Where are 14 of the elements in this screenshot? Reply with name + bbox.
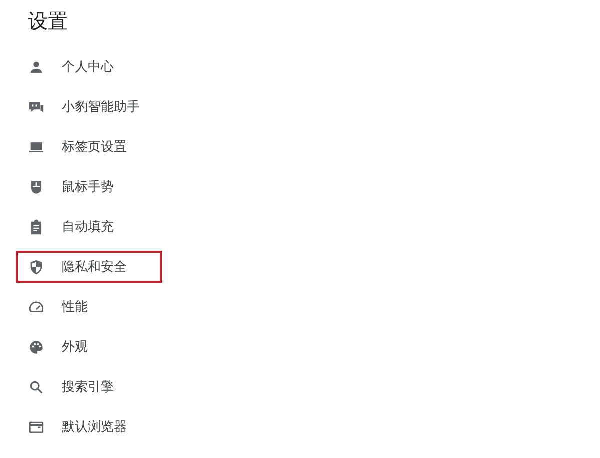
menu-item[interactable]: 标签页设置 bbox=[16, 131, 162, 163]
search-icon bbox=[28, 378, 45, 396]
menu-item[interactable]: 默认浏览器 bbox=[16, 411, 162, 443]
menu-item[interactable]: 隐私和安全 bbox=[16, 251, 162, 283]
palette-icon bbox=[28, 338, 45, 356]
menu-item[interactable]: 自动填充 bbox=[16, 211, 162, 243]
menu-item[interactable]: 个人中心 bbox=[16, 51, 162, 83]
menu-item[interactable]: 搜索引擎 bbox=[16, 371, 162, 403]
page-title: 设置 bbox=[28, 8, 69, 34]
shield-icon bbox=[28, 258, 45, 276]
menu-item[interactable]: 小豹智能助手 bbox=[16, 91, 162, 123]
menu-item[interactable]: 鼠标手势 bbox=[16, 171, 162, 203]
menu-item[interactable]: 性能 bbox=[16, 291, 162, 323]
menu-item[interactable]: 外观 bbox=[16, 331, 162, 363]
